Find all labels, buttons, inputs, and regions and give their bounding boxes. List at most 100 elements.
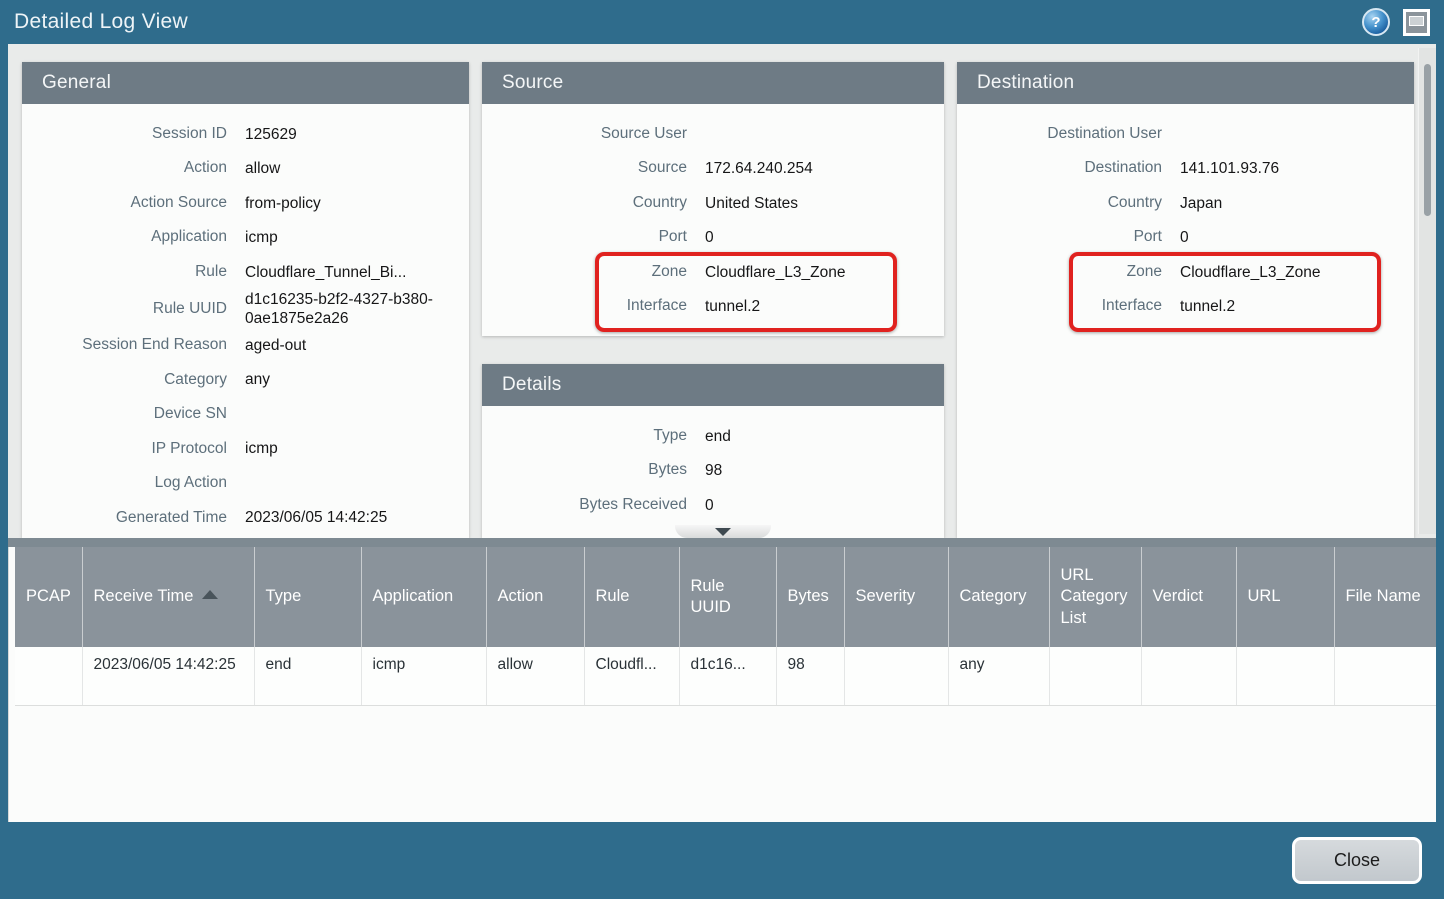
field-generated-time: Generated Time2023/06/05 14:42:25 (22, 501, 469, 536)
column-header-receive-time[interactable]: Receive Time (82, 547, 254, 647)
field-source-port: Port 0 (482, 221, 944, 256)
field-label: Generated Time (22, 509, 227, 528)
details-panel: Details Typeend Bytes98 Bytes Received0 (482, 364, 944, 538)
column-label: Action (498, 587, 544, 605)
column-header-bytes[interactable]: Bytes (776, 547, 844, 647)
column-header-type[interactable]: Type (254, 547, 361, 647)
field-value: 125629 (245, 125, 469, 144)
cell-rule: Cloudfl... (584, 647, 679, 705)
field-value: from-policy (245, 194, 469, 213)
column-label: URL Category List (1061, 566, 1128, 627)
field-value: end (705, 427, 944, 446)
field-value: aged-out (245, 336, 469, 355)
field-destination-user: Destination User (957, 117, 1414, 152)
source-panel-title: Source (482, 62, 944, 104)
column-header-category[interactable]: Category (948, 547, 1049, 647)
field-destination-zone: ZoneCloudflare_L3_Zone (957, 255, 1414, 290)
field-value: 0 (1180, 228, 1414, 247)
field-label: Port (482, 228, 687, 247)
field-label: IP Protocol (22, 440, 227, 459)
field-source-interface: Interfacetunnel.2 (482, 290, 944, 325)
field-value: Japan (1180, 194, 1414, 213)
field-label: Session End Reason (22, 336, 227, 355)
field-value: tunnel.2 (705, 297, 944, 316)
column-label: Application (373, 587, 454, 605)
column-label: Rule (596, 587, 630, 605)
field-label: Country (957, 194, 1162, 213)
field-label: Device SN (22, 405, 227, 424)
column-header-application[interactable]: Application (361, 547, 486, 647)
log-table: PCAP Receive Time Type Application Actio… (15, 547, 1436, 706)
field-value: 141.101.93.76 (1180, 159, 1414, 178)
column-header-rule[interactable]: Rule (584, 547, 679, 647)
titlebar: Detailed Log View ? (0, 0, 1444, 44)
field-value: United States (705, 194, 944, 213)
vertical-scrollbar[interactable] (1418, 48, 1436, 534)
column-header-action[interactable]: Action (486, 547, 584, 647)
field-rule: RuleCloudflare_Tunnel_Bi... (22, 255, 469, 290)
splitter-collapse-tab[interactable] (675, 525, 771, 538)
column-label: Severity (856, 587, 916, 605)
cell-url (1236, 647, 1334, 705)
field-value: Cloudflare_L3_Zone (705, 263, 944, 282)
cell-url-category-list (1049, 647, 1141, 705)
field-bytes: Bytes98 (482, 454, 944, 489)
cell-action: allow (486, 647, 584, 705)
field-session-end-reason: Session End Reason aged-out (22, 328, 469, 363)
field-label: Type (482, 427, 687, 446)
panel-table-splitter[interactable] (8, 538, 1436, 547)
column-header-file-name[interactable]: File Name (1334, 547, 1436, 647)
column-label: Category (960, 587, 1027, 605)
close-button[interactable]: Close (1292, 837, 1422, 884)
restore-window-icon[interactable] (1403, 9, 1430, 36)
field-value: allow (245, 159, 469, 178)
field-destination: Destination141.101.93.76 (957, 152, 1414, 187)
field-value: d1c16235-b2f2-4327-b380-0ae1875e2a26 (245, 290, 469, 329)
field-label: Rule UUID (22, 300, 227, 319)
field-value: 172.64.240.254 (705, 159, 944, 178)
field-label: Port (957, 228, 1162, 247)
field-ip-protocol: IP Protocolicmp (22, 432, 469, 467)
page-title: Detailed Log View (14, 10, 188, 34)
column-header-pcap[interactable]: PCAP (15, 547, 82, 647)
destination-panel: Destination Destination User Destination… (957, 62, 1414, 538)
details-rows: Typeend Bytes98 Bytes Received0 (482, 406, 944, 523)
sort-ascending-icon (202, 590, 218, 599)
dialog-footer: Close (0, 822, 1444, 899)
destination-panel-title: Destination (957, 62, 1414, 104)
cell-category: any (948, 647, 1049, 705)
column-header-url-category-list[interactable]: URL Category List (1049, 547, 1141, 647)
field-log-action: Log Action (22, 466, 469, 501)
field-label: Application (22, 228, 227, 247)
column-header-url[interactable]: URL (1236, 547, 1334, 647)
field-action-source: Action Sourcefrom-policy (22, 186, 469, 221)
destination-rows: Destination User Destination141.101.93.7… (957, 104, 1414, 324)
column-label: Receive Time (94, 587, 194, 605)
table-row[interactable]: 2023/06/05 14:42:25 end icmp allow Cloud… (15, 647, 1436, 705)
field-label: Source (482, 159, 687, 178)
field-source-user: Source User (482, 117, 944, 152)
details-panel-title: Details (482, 364, 944, 406)
field-label: Zone (482, 263, 687, 282)
help-icon[interactable]: ? (1362, 8, 1390, 36)
field-rule-uuid: Rule UUID d1c16235-b2f2-4327-b380-0ae1875… (22, 290, 469, 329)
column-header-verdict[interactable]: Verdict (1141, 547, 1236, 647)
column-header-severity[interactable]: Severity (844, 547, 948, 647)
vertical-scrollbar-thumb[interactable] (1424, 64, 1431, 216)
cell-verdict (1141, 647, 1236, 705)
field-destination-interface: Interfacetunnel.2 (957, 290, 1414, 325)
field-source-country: CountryUnited States (482, 186, 944, 221)
field-value: 0 (705, 228, 944, 247)
field-label: Zone (957, 263, 1162, 282)
column-label: Rule UUID (691, 577, 731, 616)
field-session-id: Session ID125629 (22, 117, 469, 152)
field-label: Log Action (22, 474, 227, 493)
general-panel-title: General (22, 62, 469, 104)
help-glyph: ? (1371, 14, 1380, 31)
column-header-rule-uuid[interactable]: Rule UUID (679, 547, 776, 647)
field-source-zone: Zone Cloudflare_L3_Zone (482, 255, 944, 290)
cell-file-name (1334, 647, 1436, 705)
log-detail-panels: General Session ID125629 Actionallow Act… (8, 44, 1436, 538)
field-label: Bytes Received (482, 496, 687, 515)
field-label: Destination User (957, 125, 1162, 144)
